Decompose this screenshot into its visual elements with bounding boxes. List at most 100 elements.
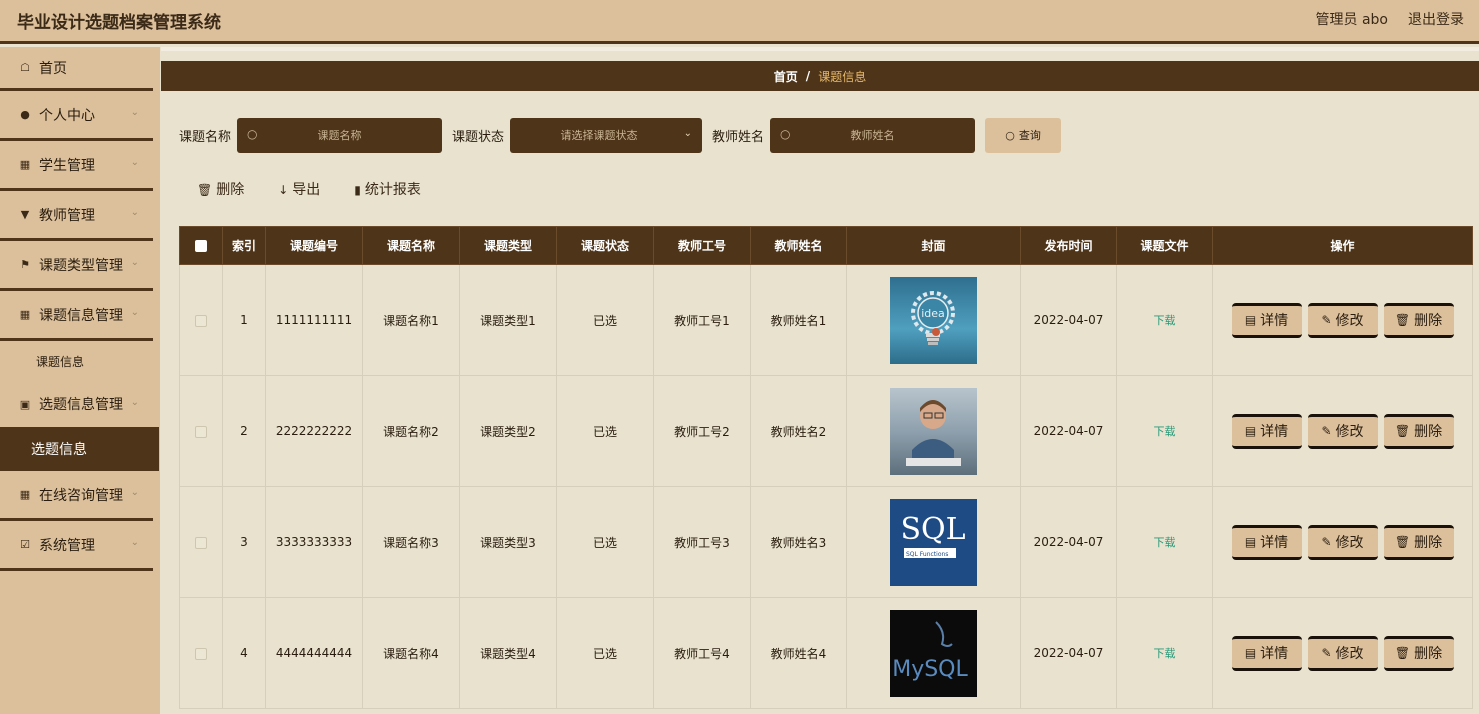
cup-icon: ▼	[20, 208, 30, 221]
cell-index: 2	[222, 375, 266, 487]
pencil-icon: ✎	[1321, 646, 1332, 660]
cell-teacher-name: 教师姓名2	[750, 375, 847, 487]
download-link[interactable]: 下载	[1154, 425, 1176, 438]
delete-button[interactable]: 🗑 删除	[1383, 302, 1454, 338]
select-all-checkbox[interactable]	[195, 240, 207, 252]
trash-icon: 🗑	[1394, 424, 1411, 438]
edit-button[interactable]: ✎ 修改	[1307, 302, 1378, 338]
cell-type: 课题类型2	[459, 375, 557, 487]
sidebar-subitem-selection-info[interactable]: 选题信息	[0, 427, 159, 471]
chevron-down-icon: ⌄	[130, 487, 139, 498]
cell-teacher-name: 教师姓名3	[750, 486, 847, 598]
table-row: 1 1111111111 课题名称1 课题类型1 已选 教师工号1 教师姓名1 …	[179, 264, 1473, 376]
topic-name-input[interactable]: ○ 课题名称	[237, 117, 443, 153]
sidebar-item-selection-mgmt[interactable]: ▣ 选题信息管理 ⌄	[0, 381, 153, 427]
bar-chart-icon: ▮	[354, 183, 361, 197]
download-link[interactable]: 下载	[1154, 314, 1176, 327]
row-checkbox[interactable]	[195, 425, 207, 438]
edit-button[interactable]: ✎ 修改	[1307, 635, 1378, 671]
export-label: 导出	[292, 182, 321, 198]
row-checkbox[interactable]	[195, 536, 207, 549]
sidebar-item-label: 选题信息管理	[39, 397, 123, 413]
sidebar-item-topic-types[interactable]: ⚑ 课题类型管理 ⌄	[0, 241, 153, 291]
cover-image	[890, 387, 977, 475]
svg-text:SQL Functions: SQL Functions	[906, 551, 948, 558]
sidebar-item-consult[interactable]: ▦ 在线咨询管理 ⌄	[0, 471, 153, 521]
delete-button[interactable]: 🗑 删除	[1383, 413, 1454, 449]
detail-button[interactable]: ▤ 详情	[1231, 524, 1302, 560]
delete-button[interactable]: 🗑 删除	[1383, 635, 1454, 671]
trash-icon: 🗑	[1394, 535, 1411, 549]
batch-delete-label: 删除	[216, 182, 245, 198]
table-header: 课题文件	[1116, 226, 1213, 265]
topic-status-placeholder: 请选择课题状态	[560, 129, 638, 142]
cell-actions: ▤ 详情 ✎ 修改 🗑 删除	[1212, 375, 1473, 487]
cell-cover: SQL SQL Functions	[846, 486, 1021, 598]
breadcrumb-home[interactable]: 首页	[774, 68, 798, 85]
trash-icon: 🗑	[1394, 646, 1411, 660]
table-header: 索引	[222, 226, 266, 265]
logout-link[interactable]: 退出登录	[1408, 9, 1464, 29]
sidebar-subitem-topic-info[interactable]: 课题信息	[0, 341, 153, 381]
cell-file: 下载	[1116, 375, 1213, 487]
topic-status-select[interactable]: 请选择课题状态 ⌄	[510, 117, 703, 153]
app-title: 毕业设计选题档案管理系统	[17, 13, 221, 33]
table-header: 封面	[846, 226, 1021, 265]
download-link[interactable]: 下载	[1154, 536, 1176, 549]
query-button[interactable]: ○ 查询	[985, 117, 1062, 153]
detail-button[interactable]: ▤ 详情	[1231, 302, 1302, 338]
detail-button-label: 详情	[1260, 646, 1289, 662]
sidebar: ☖ 首页 ● 个人中心 ⌄ ▦ 学生管理 ⌄ ▼ 教师管理 ⌄ ⚑ 课题类型管理…	[0, 47, 160, 714]
cell-actions: ▤ 详情 ✎ 修改 🗑 删除	[1212, 597, 1473, 709]
sidebar-item-home[interactable]: ☖ 首页	[0, 47, 153, 91]
detail-button-label: 详情	[1260, 535, 1289, 551]
sidebar-item-label: 首页	[39, 60, 67, 77]
table-header: 发布时间	[1020, 226, 1117, 265]
pencil-icon: ✎	[1321, 424, 1332, 438]
teacher-name-placeholder: 教师姓名	[850, 129, 895, 142]
topic-name-placeholder: 课题名称	[317, 129, 362, 142]
row-checkbox[interactable]	[195, 647, 207, 660]
download-link[interactable]: 下载	[1154, 647, 1176, 660]
detail-button[interactable]: ▤ 详情	[1231, 635, 1302, 671]
edit-button-label: 修改	[1335, 424, 1364, 440]
table-header: 课题名称	[362, 226, 460, 265]
detail-button[interactable]: ▤ 详情	[1231, 413, 1302, 449]
batch-delete-button[interactable]: 🗑 删除	[197, 179, 244, 199]
detail-button-label: 详情	[1260, 313, 1289, 329]
cell-name: 课题名称3	[362, 486, 460, 598]
sidebar-item-students[interactable]: ▦ 学生管理 ⌄	[0, 141, 153, 191]
edit-button[interactable]: ✎ 修改	[1307, 413, 1378, 449]
cell-name: 课题名称1	[362, 264, 460, 376]
check-icon: ☑	[20, 538, 30, 551]
sidebar-item-label: 在线咨询管理	[39, 487, 123, 504]
row-checkbox[interactable]	[195, 314, 207, 327]
report-button[interactable]: ▮ 统计报表	[354, 179, 421, 199]
main-content: 首页 / 课题信息 课题名称 ○ 课题名称 课题状态 请选择课题状态 ⌄ 教师姓…	[161, 47, 1479, 714]
sidebar-item-teachers[interactable]: ▼ 教师管理 ⌄	[0, 191, 153, 241]
cover-image: idea	[890, 276, 977, 364]
document-icon: ▤	[1244, 646, 1257, 660]
edit-button[interactable]: ✎ 修改	[1307, 524, 1378, 560]
search-icon: ○	[247, 126, 258, 141]
sidebar-item-label: 课题信息管理	[39, 307, 123, 324]
cell-teacher-no: 教师工号4	[653, 597, 751, 709]
cover-image: SQL SQL Functions	[890, 498, 977, 586]
delete-button[interactable]: 🗑 删除	[1383, 524, 1454, 560]
row-select-cell	[179, 597, 223, 709]
cell-teacher-no: 教师工号2	[653, 375, 751, 487]
table-row: 4 4444444444 课题名称4 课题类型4 已选 教师工号4 教师姓名4 …	[179, 597, 1473, 709]
cell-date: 2022-04-07	[1020, 375, 1117, 487]
grid-icon: ▦	[19, 488, 31, 501]
sidebar-item-profile[interactable]: ● 个人中心 ⌄	[0, 91, 153, 141]
sidebar-item-system[interactable]: ☑ 系统管理 ⌄	[0, 521, 153, 571]
export-button[interactable]: ↓ 导出	[278, 179, 320, 199]
top-right-actions: 管理员 abo 退出登录	[1316, 9, 1464, 29]
delete-button-label: 删除	[1414, 535, 1443, 551]
sidebar-item-topic-info-mgmt[interactable]: ▦ 课题信息管理 ⌄	[0, 291, 153, 341]
teacher-name-input[interactable]: ○ 教师姓名	[770, 117, 976, 153]
sidebar-item-label: 系统管理	[39, 537, 95, 554]
svg-text:SQL: SQL	[900, 512, 965, 547]
edit-button-label: 修改	[1335, 313, 1364, 329]
sidebar-item-label: 选题信息	[31, 442, 87, 458]
